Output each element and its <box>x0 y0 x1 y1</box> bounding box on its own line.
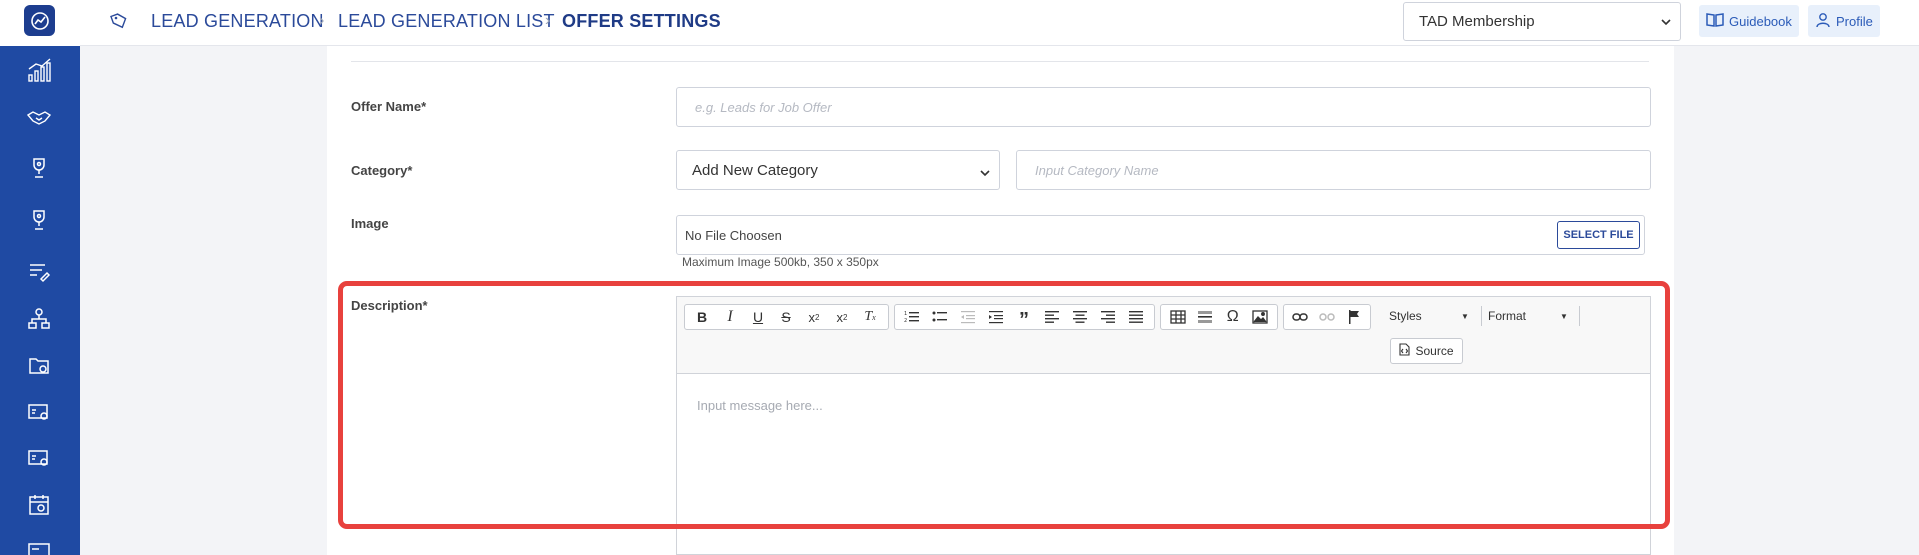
breadcrumb-lead-generation[interactable]: LEAD GENERATION <box>151 11 324 32</box>
image-label: Image <box>351 216 389 231</box>
chart-icon[interactable] <box>24 55 54 85</box>
guidebook-button[interactable]: Guidebook <box>1699 5 1799 37</box>
breadcrumb-separator: › <box>319 12 325 29</box>
trophy-icon[interactable] <box>24 153 54 183</box>
sidebar <box>0 46 80 555</box>
category-select-value: Add New Category <box>692 161 818 179</box>
description-highlight-box <box>338 281 1670 529</box>
trophy-icon[interactable] <box>24 205 54 235</box>
divider <box>351 61 1649 62</box>
category-name-input[interactable]: Input Category Name <box>1016 150 1651 190</box>
offer-name-placeholder: e.g. Leads for Job Offer <box>695 99 832 115</box>
top-bar: LEAD GENERATION › LEAD GENERATION LIST ›… <box>0 0 1919 46</box>
offer-name-input[interactable]: e.g. Leads for Job Offer <box>676 87 1651 127</box>
chevron-down-icon <box>979 166 991 183</box>
guidebook-label: Guidebook <box>1729 13 1792 29</box>
category-name-placeholder: Input Category Name <box>1035 162 1159 178</box>
profile-label: Profile <box>1836 13 1873 29</box>
card-icon[interactable] <box>24 535 54 555</box>
breadcrumb-separator: › <box>545 12 551 29</box>
select-file-button[interactable]: SELECT FILE <box>1557 221 1640 249</box>
category-select[interactable]: Add New Category <box>676 150 1000 190</box>
category-label: Category* <box>351 163 413 178</box>
breadcrumb-offer-settings: OFFER SETTINGS <box>562 11 721 31</box>
list-edit-icon[interactable] <box>24 256 54 286</box>
calendar-icon[interactable] <box>24 490 54 520</box>
tag-icon <box>108 10 130 32</box>
hierarchy-icon[interactable] <box>24 304 54 334</box>
membership-select-value: TAD Membership <box>1419 13 1535 30</box>
image-hint: Maximum Image 500kb, 350 x 350px <box>682 255 879 269</box>
offer-name-label: Offer Name* <box>351 99 427 114</box>
user-icon <box>1815 12 1831 31</box>
chevron-down-icon <box>1660 15 1672 32</box>
image-file-input[interactable]: No File Choosen SELECT FILE <box>676 215 1645 255</box>
breadcrumb-lead-generation-list[interactable]: LEAD GENERATION LIST <box>338 11 555 32</box>
profile-button[interactable]: Profile <box>1808 5 1880 37</box>
card-settings-icon[interactable] <box>24 397 54 427</box>
app-logo[interactable] <box>24 5 55 36</box>
folder-clock-icon[interactable] <box>24 351 54 381</box>
book-icon <box>1706 12 1724 31</box>
membership-select[interactable]: TAD Membership <box>1403 2 1681 41</box>
handshake-icon[interactable] <box>24 103 54 133</box>
logo-area <box>0 0 80 46</box>
card-settings-icon[interactable] <box>24 443 54 473</box>
file-status: No File Choosen <box>685 228 782 243</box>
